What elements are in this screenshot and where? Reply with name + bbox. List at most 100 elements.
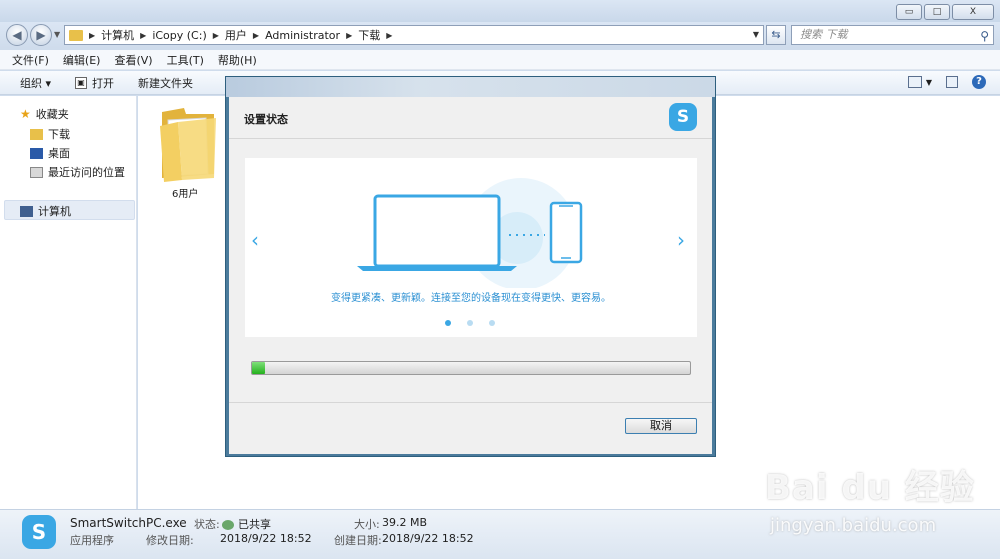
- nav-favorites[interactable]: ★ 收藏夹: [20, 106, 69, 122]
- open-label: 打开: [92, 76, 115, 90]
- slide-caption: 变得更紧凑、更新颖。连接至您的设备现在变得更快、更容易。: [331, 293, 611, 304]
- open-icon: ▣: [75, 76, 88, 89]
- size-label: 大小:: [354, 518, 380, 531]
- breadcrumb-users[interactable]: 用户: [225, 27, 247, 43]
- state-label: 状态:: [194, 518, 220, 531]
- smart-switch-logo-icon: S: [669, 103, 697, 131]
- nav-recent-places[interactable]: 最近访问的位置: [30, 164, 125, 180]
- carousel-indicators: [445, 320, 495, 326]
- search-placeholder: 搜索 下载: [800, 28, 848, 41]
- carousel-slide: ‹ › 变得更紧凑、更新颖。连接至您的设备现在变得更快、更容易。: [245, 158, 697, 337]
- baidu-watermark: Bai du 经验: [765, 468, 975, 508]
- minimize-button[interactable]: ▭: [896, 4, 922, 20]
- smart-switch-app-icon: S: [22, 515, 56, 549]
- shared-users-icon: [222, 520, 234, 530]
- change-view-button[interactable]: ▼: [907, 76, 932, 88]
- refresh-icon: ⇆: [771, 28, 781, 41]
- search-input[interactable]: 搜索 下载 ⚲: [791, 25, 994, 45]
- setup-status-dialog: 设置状态 S ‹ › 变得更紧凑、更新颖。连接至您的设备现在变得更快、更容易。: [225, 76, 716, 457]
- back-arrow-icon: ◀: [12, 28, 22, 42]
- chevron-right-icon[interactable]: ▶: [213, 31, 219, 40]
- folder-icon: [69, 29, 83, 41]
- nav-recent-label: 最近访问的位置: [48, 166, 125, 179]
- menu-tools[interactable]: 工具(T): [167, 52, 204, 68]
- dialog-titlebar[interactable]: [226, 77, 715, 97]
- address-field[interactable]: ▶ 计算机 ▶ iCopy (C:) ▶ 用户 ▶ Administrator …: [64, 25, 764, 45]
- cancel-button[interactable]: 取消: [625, 418, 697, 434]
- menu-view[interactable]: 查看(V): [114, 52, 152, 68]
- maximize-button[interactable]: □: [924, 4, 950, 20]
- close-button[interactable]: X: [952, 4, 994, 20]
- chevron-down-icon[interactable]: ▼: [926, 78, 932, 87]
- desktop-icon: [30, 147, 43, 159]
- chevron-right-icon[interactable]: ▶: [89, 31, 95, 40]
- progress-fill: [252, 362, 266, 374]
- connection-illustration: [357, 178, 583, 288]
- state-value-text: 已共享: [238, 518, 271, 531]
- dialog-header: 设置状态 S: [229, 97, 712, 139]
- preview-pane-button[interactable]: [946, 76, 958, 88]
- forward-arrow-icon: ▶: [36, 28, 46, 42]
- folder-name: 6用户: [172, 189, 199, 200]
- organize-label: 组织 ▾: [20, 76, 52, 90]
- forward-button[interactable]: ▶: [30, 24, 52, 46]
- window-titlebar: ▭ □ X: [0, 0, 1000, 22]
- carousel-dot-1[interactable]: [445, 320, 451, 326]
- created-value: 2018/9/22 18:52: [382, 532, 474, 545]
- address-dropdown-icon[interactable]: ▼: [753, 30, 759, 39]
- nav-downloads[interactable]: 下载: [30, 126, 70, 142]
- size-value: 39.2 MB: [382, 516, 428, 529]
- toolbar-right: ▼ ?: [907, 75, 986, 89]
- nav-desktop[interactable]: 桌面: [30, 145, 70, 161]
- help-icon[interactable]: ?: [972, 75, 986, 89]
- computer-icon: [20, 205, 33, 217]
- nav-downloads-label: 下载: [48, 128, 70, 141]
- open-button[interactable]: ▣ 打开: [75, 75, 114, 91]
- view-icon: [907, 76, 922, 88]
- menu-edit[interactable]: 编辑(E): [63, 52, 101, 68]
- breadcrumb-drive[interactable]: iCopy (C:): [152, 29, 206, 42]
- carousel-dot-2[interactable]: [467, 320, 473, 326]
- new-folder-button[interactable]: 新建文件夹: [138, 75, 193, 91]
- back-button[interactable]: ◀: [6, 24, 28, 46]
- nav-favorites-label: 收藏夹: [35, 108, 69, 121]
- chevron-right-icon[interactable]: ▶: [386, 31, 392, 40]
- organize-button[interactable]: 组织 ▾: [20, 75, 51, 91]
- carousel-dot-3[interactable]: [489, 320, 495, 326]
- previous-slide-button[interactable]: ‹: [251, 228, 259, 252]
- search-icon[interactable]: ⚲: [980, 27, 989, 45]
- downloads-folder-icon: [30, 128, 43, 140]
- new-folder-label: 新建文件夹: [138, 76, 194, 90]
- breadcrumb-computer[interactable]: 计算机: [101, 27, 134, 43]
- breadcrumb-downloads[interactable]: 下载: [358, 27, 380, 43]
- star-icon: ★: [20, 107, 31, 121]
- breadcrumb-administrator[interactable]: Administrator: [265, 29, 340, 42]
- chevron-right-icon[interactable]: ▶: [346, 31, 352, 40]
- next-slide-button[interactable]: ›: [677, 228, 685, 252]
- setup-progress-bar: [251, 361, 691, 375]
- state-value: 已共享: [222, 516, 271, 532]
- open-folder-icon: [160, 108, 216, 182]
- dialog-body: 设置状态 S ‹ › 变得更紧凑、更新颖。连接至您的设备现在变得更快、更容易。: [229, 97, 712, 454]
- selected-file-type: 应用程序: [70, 534, 114, 547]
- refresh-button[interactable]: ⇆: [766, 25, 786, 45]
- modified-value: 2018/9/22 18:52: [220, 532, 312, 545]
- chevron-right-icon[interactable]: ▶: [253, 31, 259, 40]
- baidu-watermark-url: jingyan.baidu.com: [770, 515, 937, 536]
- chevron-right-icon[interactable]: ▶: [140, 31, 146, 40]
- window-controls: ▭ □ X: [896, 4, 994, 20]
- menu-help[interactable]: 帮助(H): [218, 52, 257, 68]
- modified-label: 修改日期:: [146, 534, 194, 547]
- nav-computer-label: 计算机: [38, 205, 71, 218]
- navigation-pane: ★ 收藏夹 下载 桌面 最近访问的位置 计算机: [0, 96, 137, 509]
- menu-file[interactable]: 文件(F): [12, 52, 49, 68]
- address-bar: ◀ ▶ ▼ ▶ 计算机 ▶ iCopy (C:) ▶ 用户 ▶ Administ…: [0, 22, 1000, 48]
- chevron-left-icon: ‹: [251, 228, 259, 252]
- nav-computer[interactable]: 计算机: [20, 203, 71, 219]
- nav-desktop-label: 桌面: [48, 147, 70, 160]
- dialog-divider: [229, 402, 712, 403]
- recent-pages-dropdown[interactable]: ▼: [54, 30, 60, 39]
- dialog-heading: 设置状态: [244, 113, 288, 126]
- folder-item[interactable]: [158, 104, 218, 182]
- selected-file-name: SmartSwitchPC.exe: [70, 516, 187, 530]
